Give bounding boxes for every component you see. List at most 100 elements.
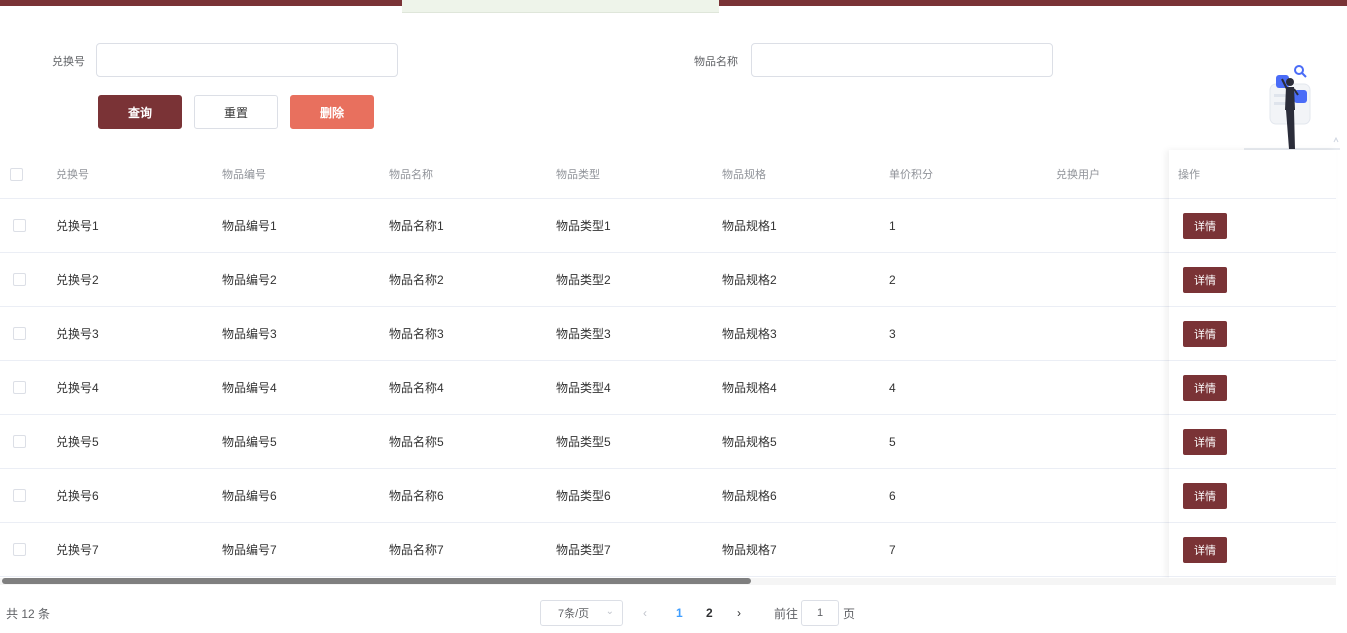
detail-button[interactable]: 详情 <box>1183 320 1227 347</box>
item-code-cell: 物品编号6 <box>222 489 277 503</box>
person-search-illustration <box>1244 65 1340 150</box>
row-checkbox[interactable] <box>13 489 26 502</box>
table-row[interactable]: 兑换号5 物品编号5 物品名称5 物品类型5 物品规格5 5 <box>0 415 1336 469</box>
row-select-cell[interactable] <box>13 415 26 468</box>
unit-points-cell: 7 <box>889 542 896 557</box>
item-type-cell: 物品类型7 <box>556 543 611 557</box>
row-checkbox[interactable] <box>13 435 26 448</box>
exchange-no-cell: 兑换号4 <box>56 381 99 395</box>
page-size-value: 7条/页 <box>558 608 590 620</box>
unit-points-cell: 3 <box>889 326 896 341</box>
row-checkbox[interactable] <box>13 327 26 340</box>
detail-button[interactable]: 详情 <box>1183 266 1227 293</box>
operation-column-body: 详情 详情 详情 详情 详情 详情 详情 <box>1169 199 1336 577</box>
row-select-cell[interactable] <box>13 361 26 414</box>
operation-cell: 详情 <box>1169 415 1336 469</box>
table-body: 兑换号1 物品编号1 物品名称1 物品类型1 物品规格1 1 兑换号2 物品编号2 物品名称2 物… <box>0 199 1336 577</box>
row-select-cell[interactable] <box>13 253 26 306</box>
exchange-no-cell: 兑换号7 <box>56 543 99 557</box>
item-name-cell: 物品名称1 <box>389 219 444 233</box>
operation-cell: 详情 <box>1169 253 1336 307</box>
item-spec-cell: 物品规格5 <box>722 435 777 449</box>
col-exchange-no: 兑换号 <box>56 169 89 181</box>
page-number-1[interactable]: 1 <box>676 602 683 624</box>
select-all-cell[interactable] <box>10 150 23 198</box>
table-row[interactable]: 兑换号6 物品编号6 物品名称6 物品类型6 物品规格6 6 <box>0 469 1336 523</box>
unit-points-cell: 2 <box>889 272 896 287</box>
item-spec-cell: 物品规格1 <box>722 219 777 233</box>
chevron-right-icon[interactable]: › <box>737 602 741 624</box>
row-select-cell[interactable] <box>13 523 26 576</box>
item-name-cell: 物品名称5 <box>389 435 444 449</box>
item-code-cell: 物品编号5 <box>222 435 277 449</box>
item-name-cell: 物品名称7 <box>389 543 444 557</box>
top-active-tab[interactable] <box>402 0 719 13</box>
item-name-input[interactable] <box>751 43 1053 77</box>
exchange-no-label: 兑换号 <box>52 56 85 68</box>
detail-button[interactable]: 详情 <box>1183 212 1227 239</box>
item-name-cell: 物品名称2 <box>389 273 444 287</box>
item-code-cell: 物品编号7 <box>222 543 277 557</box>
item-code-cell: 物品编号3 <box>222 327 277 341</box>
exchange-no-input[interactable] <box>96 43 398 77</box>
table-row[interactable]: 兑换号4 物品编号4 物品名称4 物品类型4 物品规格4 4 <box>0 361 1336 415</box>
row-checkbox[interactable] <box>13 219 26 232</box>
row-checkbox[interactable] <box>13 543 26 556</box>
operation-cell: 详情 <box>1169 199 1336 253</box>
table-row[interactable]: 兑换号3 物品编号3 物品名称3 物品类型3 物品规格3 3 <box>0 307 1336 361</box>
col-unit-points: 单价积分 <box>889 169 933 181</box>
detail-button[interactable]: 详情 <box>1183 536 1227 563</box>
operation-column: 操作 详情 详情 详情 详情 详情 详情 详情 <box>1169 150 1336 578</box>
row-checkbox[interactable] <box>13 381 26 394</box>
col-item-name: 物品名称 <box>389 169 433 181</box>
table-row[interactable]: 兑换号7 物品编号7 物品名称7 物品类型7 物品规格7 7 <box>0 523 1336 577</box>
select-all-checkbox[interactable] <box>10 167 23 181</box>
unit-points-cell: 1 <box>889 218 896 233</box>
chevron-left-icon[interactable]: ‹ <box>643 602 647 624</box>
table-row[interactable]: 兑换号1 物品编号1 物品名称1 物品类型1 物品规格1 1 <box>0 199 1336 253</box>
table-row[interactable]: 兑换号2 物品编号2 物品名称2 物品类型2 物品规格2 2 <box>0 253 1336 307</box>
operation-cell: 详情 <box>1169 469 1336 523</box>
detail-button[interactable]: 详情 <box>1183 374 1227 401</box>
item-name-cell: 物品名称6 <box>389 489 444 503</box>
reset-button[interactable]: 重置 <box>194 95 278 129</box>
detail-button[interactable]: 详情 <box>1183 482 1227 509</box>
item-type-cell: 物品类型2 <box>556 273 611 287</box>
operation-cell: 详情 <box>1169 307 1336 361</box>
delete-button[interactable]: 删除 <box>290 95 374 129</box>
goto-suffix: 页 <box>843 607 856 621</box>
page-size-select[interactable]: 7条/页 ⌄ <box>540 600 623 626</box>
item-type-cell: 物品类型1 <box>556 219 611 233</box>
item-spec-cell: 物品规格4 <box>722 381 777 395</box>
item-spec-cell: 物品规格3 <box>722 327 777 341</box>
query-button[interactable]: 查询 <box>98 95 182 129</box>
detail-button[interactable]: 详情 <box>1183 428 1227 455</box>
col-item-type: 物品类型 <box>556 169 600 181</box>
page-number-2[interactable]: 2 <box>706 602 713 624</box>
row-select-cell[interactable] <box>13 469 26 522</box>
item-type-cell: 物品类型4 <box>556 381 611 395</box>
operation-cell: 详情 <box>1169 523 1336 577</box>
horizontal-scrollbar-thumb[interactable] <box>2 578 751 584</box>
unit-points-cell: 4 <box>889 380 896 395</box>
item-type-cell: 物品类型5 <box>556 435 611 449</box>
item-name-cell: 物品名称4 <box>389 381 444 395</box>
exchange-table: 兑换号 物品编号 物品名称 物品类型 物品规格 单价积分 兑换用户 兑换号1 物品… <box>0 150 1336 577</box>
row-checkbox[interactable] <box>13 273 26 286</box>
col-item-code: 物品编号 <box>222 169 266 181</box>
row-select-cell[interactable] <box>13 307 26 360</box>
item-spec-cell: 物品规格7 <box>722 543 777 557</box>
exchange-no-cell: 兑换号2 <box>56 273 99 287</box>
col-exchange-user: 兑换用户 <box>1056 169 1100 181</box>
exchange-no-cell: 兑换号1 <box>56 219 99 233</box>
item-type-cell: 物品类型3 <box>556 327 611 341</box>
chevron-down-icon: ⌄ <box>605 606 614 617</box>
unit-points-cell: 6 <box>889 488 896 503</box>
item-code-cell: 物品编号1 <box>222 219 277 233</box>
item-type-cell: 物品类型6 <box>556 489 611 503</box>
exchange-no-cell: 兑换号5 <box>56 435 99 449</box>
row-select-cell[interactable] <box>13 199 26 252</box>
goto-page-input[interactable]: 1 <box>801 600 839 626</box>
item-name-cell: 物品名称3 <box>389 327 444 341</box>
item-spec-cell: 物品规格2 <box>722 273 777 287</box>
